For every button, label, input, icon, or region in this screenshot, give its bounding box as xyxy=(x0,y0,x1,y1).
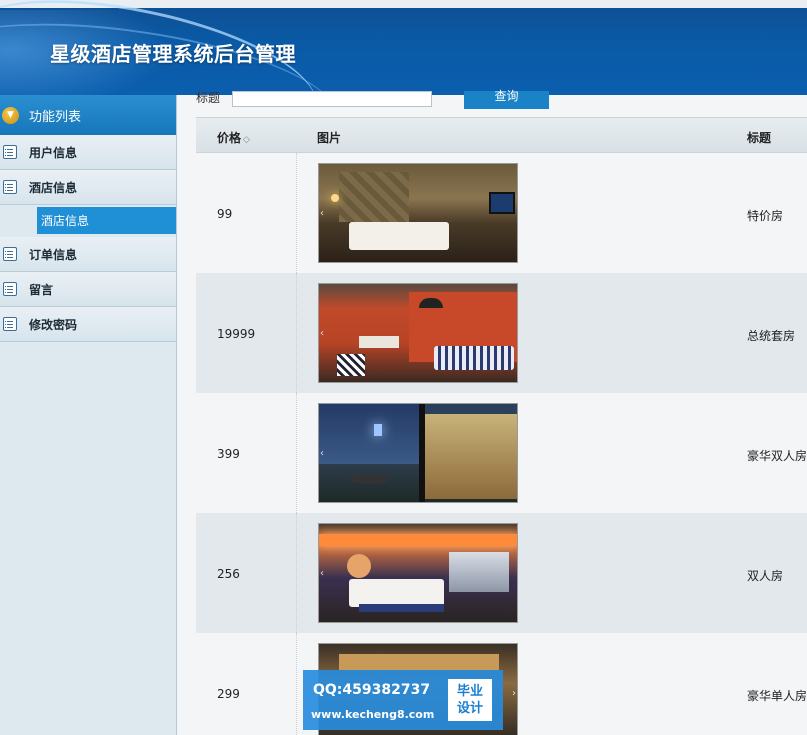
table-row[interactable]: 256 ‹ 双人房 xyxy=(196,513,807,633)
search-label: 标题 xyxy=(196,91,221,105)
room-photo[interactable]: ‹ xyxy=(318,283,518,383)
photo-ceiling xyxy=(339,654,499,670)
list-icon xyxy=(3,145,17,159)
price-cell: 99 xyxy=(217,207,233,221)
sidebar: ▼ 功能列表 用户信息 酒店信息 酒店信息 订单信息 留言 修改密码 xyxy=(0,95,177,735)
header-banner: 星级酒店管理系统后台管理 xyxy=(0,0,807,95)
chevron-left-icon[interactable]: ‹ xyxy=(320,448,324,459)
list-icon xyxy=(3,282,17,296)
photo-lamp xyxy=(419,298,443,308)
chevron-left-icon[interactable]: ‹ xyxy=(320,568,324,579)
watermark-url: www.kecheng8.com xyxy=(311,708,435,721)
column-divider xyxy=(296,513,297,633)
chevron-left-icon[interactable]: ‹ xyxy=(320,328,324,339)
search-input[interactable] xyxy=(232,91,432,107)
sort-icon[interactable]: ◇ xyxy=(243,135,250,145)
column-divider xyxy=(296,153,297,273)
title-cell: 特价房 xyxy=(747,209,784,223)
table-row[interactable]: 399 ‹ 豪华双人房 xyxy=(196,393,807,513)
table-row[interactable]: 99 ‹ 特价房 xyxy=(196,153,807,273)
sidebar-heading[interactable]: ▼ 功能列表 xyxy=(0,95,176,135)
chevron-right-icon[interactable]: › xyxy=(512,688,516,699)
list-icon xyxy=(3,180,17,194)
photo-bed xyxy=(349,222,449,250)
table-header: 价格 ◇ 图片 标题 xyxy=(196,117,807,153)
watermark-badge-line2: 设计 xyxy=(456,701,483,716)
column-divider xyxy=(296,633,297,735)
photo-window xyxy=(449,552,509,592)
photo-lamp xyxy=(331,194,339,202)
sidebar-item-label: 酒店信息 xyxy=(29,180,78,195)
watermark-banner: QQ:459382737 www.kecheng8.com 毕业 设计 xyxy=(303,670,503,730)
sidebar-item-hotel-info[interactable]: 酒店信息 xyxy=(0,170,176,205)
sidebar-item-change-password[interactable]: 修改密码 xyxy=(0,307,176,342)
photo-wall-art xyxy=(347,554,371,578)
sidebar-heading-label: 功能列表 xyxy=(29,109,82,125)
price-cell: 256 xyxy=(217,567,240,581)
sidebar-item-label: 留言 xyxy=(29,282,54,297)
photo-window-frame xyxy=(419,404,425,502)
chevron-left-icon[interactable]: ‹ xyxy=(320,208,324,219)
sidebar-item-order-info[interactable]: 订单信息 xyxy=(0,237,176,272)
submenu-item-hotel-info[interactable]: 酒店信息 xyxy=(37,207,176,234)
sidebar-item-label: 修改密码 xyxy=(29,317,78,332)
search-bar: 标题 查询 xyxy=(177,90,807,117)
watermark-badge: 毕业 设计 xyxy=(448,679,492,721)
hotel-table: 价格 ◇ 图片 标题 99 ‹ 特价房 19999 ‹ 总统套房 399 ‹ 豪… xyxy=(196,117,807,735)
photo-chair xyxy=(337,354,365,376)
main-content: 标题 查询 价格 ◇ 图片 标题 99 ‹ 特价房 19999 ‹ 总统套房 3… xyxy=(177,90,807,735)
watermark-badge-line1: 毕业 xyxy=(456,684,483,699)
photo-bed xyxy=(349,579,444,607)
room-photo[interactable]: ‹ xyxy=(318,403,518,503)
photo-bench xyxy=(359,604,444,612)
photo-sofa xyxy=(434,346,514,370)
column-header-image: 图片 xyxy=(317,131,342,145)
column-divider xyxy=(296,273,297,393)
title-cell: 双人房 xyxy=(747,569,784,583)
title-cell: 豪华双人房 xyxy=(747,449,807,463)
watermark-qq: QQ:459382737 xyxy=(313,682,431,698)
photo-wall xyxy=(339,172,409,222)
sidebar-item-label: 用户信息 xyxy=(29,145,78,160)
search-button[interactable]: 查询 xyxy=(464,90,549,109)
column-divider xyxy=(296,393,297,513)
chevron-down-icon[interactable]: ▼ xyxy=(2,106,19,124)
photo-tv xyxy=(489,192,515,214)
submenu: 酒店信息 xyxy=(0,205,176,237)
title-cell: 总统套房 xyxy=(747,329,796,343)
photo-table xyxy=(349,474,389,484)
sidebar-item-user-info[interactable]: 用户信息 xyxy=(0,135,176,170)
photo-bed xyxy=(359,336,399,348)
sidebar-item-messages[interactable]: 留言 xyxy=(0,272,176,307)
room-photo[interactable]: ‹ xyxy=(318,523,518,623)
list-icon xyxy=(3,247,17,261)
sidebar-item-label: 订单信息 xyxy=(29,247,78,262)
photo-light xyxy=(374,424,382,436)
column-header-title: 标题 xyxy=(747,131,772,145)
system-title: 星级酒店管理系统后台管理 xyxy=(50,42,296,66)
price-cell: 19999 xyxy=(217,327,256,341)
title-cell: 豪华单人房 xyxy=(747,689,807,703)
price-cell: 399 xyxy=(217,447,240,461)
column-header-price[interactable]: 价格 ◇ xyxy=(217,129,250,146)
table-row[interactable]: 19999 ‹ 总统套房 xyxy=(196,273,807,393)
room-photo[interactable]: ‹ xyxy=(318,163,518,263)
photo-light-band xyxy=(319,534,517,546)
photo-room xyxy=(424,414,517,499)
price-cell: 299 xyxy=(217,687,240,701)
photo-sky xyxy=(319,404,419,464)
list-icon xyxy=(3,317,17,331)
